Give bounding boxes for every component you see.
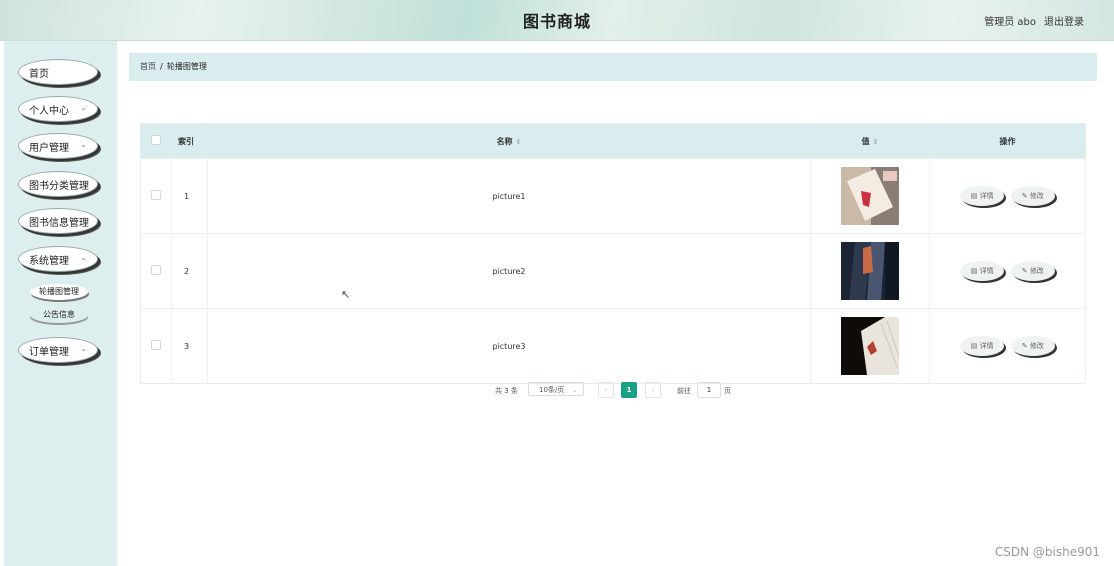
detail-button-label: 详情 [979, 267, 994, 275]
row-checkbox-cell[interactable] [140, 308, 172, 384]
sidebar-item-label: 首页 [29, 68, 49, 80]
sidebar-item-label: 个人中心 [29, 105, 69, 117]
row-thumbnail-cell [810, 158, 930, 234]
goto-page-input[interactable]: 1 [697, 382, 721, 398]
edit-button[interactable]: ✎ 修改 [1010, 336, 1055, 356]
pagination: 共 3 条 10条/页 ⌄ ‹ 1 › 前往 1 页 [0, 382, 1114, 398]
column-header-value-label: 值 [861, 136, 870, 146]
app-title: 图书商城 [522, 12, 591, 31]
sidebar-item-label: 图书分类管理 [29, 180, 89, 192]
row-actions: ▤ 详情 ✎ 修改 [929, 233, 1086, 309]
sidebar-subitem-carousel[interactable]: 轮播图管理 [30, 284, 88, 300]
sidebar-item-book-info[interactable]: 图书信息管理 [18, 208, 98, 234]
edit-button[interactable]: ✎ 修改 [1010, 261, 1055, 281]
detail-button-label: 详情 [979, 342, 994, 350]
pencil-icon: ✎ [1021, 192, 1028, 200]
table-row: 3 picture3 ▤ 详情 ✎ 修改 [140, 308, 1086, 384]
sidebar-item-label: 订单管理 [29, 346, 69, 358]
sidebar-item-personal-center[interactable]: 个人中心 ⌄ [18, 96, 98, 122]
row-name: picture3 [207, 308, 811, 384]
row-name: picture1 [207, 158, 811, 234]
row-checkbox-cell[interactable] [140, 158, 172, 234]
carousel-image-thumbnail[interactable] [841, 167, 899, 225]
row-thumbnail-cell [810, 308, 930, 384]
column-header-name-label: 名称 [496, 136, 513, 146]
watermark: CSDN @bishe901 [994, 545, 1100, 559]
table-header-row: 索引 名称 ⇕ 值 ⇕ 操作 [140, 123, 1086, 159]
detail-button-label: 详情 [979, 192, 994, 200]
sidebar-item-order-management[interactable]: 订单管理 ⌄ [18, 337, 98, 363]
edit-button-label: 修改 [1029, 342, 1044, 350]
sidebar-item-home[interactable]: 首页 [18, 59, 98, 85]
sort-icon[interactable]: ⇕ [516, 138, 522, 146]
sort-icon[interactable]: ⇕ [873, 138, 879, 146]
row-name: picture2 [207, 233, 811, 309]
pencil-icon: ✎ [1021, 342, 1028, 350]
breadcrumb-separator: / [160, 62, 163, 71]
admin-user-label: 管理员 abo [984, 17, 1036, 28]
edit-button[interactable]: ✎ 修改 [1010, 186, 1055, 206]
chevron-down-icon: ⌄ [572, 386, 578, 394]
document-icon: ▤ [970, 342, 978, 350]
carousel-image-thumbnail[interactable] [841, 242, 899, 300]
select-all-header[interactable] [140, 123, 172, 159]
page-number-current[interactable]: 1 [621, 382, 637, 398]
document-icon: ▤ [970, 192, 978, 200]
document-icon: ▤ [970, 267, 978, 275]
page-size-select[interactable]: 10条/页 ⌄ [528, 382, 584, 396]
sidebar-subitem-label: 轮播图管理 [39, 287, 79, 296]
row-index: 3 [171, 308, 208, 384]
page-size-value: 10条/页 [539, 386, 565, 394]
row-thumbnail-cell [810, 233, 930, 309]
detail-button[interactable]: ▤ 详情 [960, 336, 1005, 356]
chevron-up-icon: ⌄ [80, 253, 87, 262]
sidebar: 首页 个人中心 ⌄ 用户管理 ⌄ 图书分类管理 图书信息管理 系统管理 ⌄ 轮播… [4, 41, 117, 566]
row-index: 1 [171, 158, 208, 234]
column-header-value[interactable]: 值 ⇕ [810, 123, 930, 159]
goto-label: 前往 [677, 387, 691, 395]
sidebar-item-book-category[interactable]: 图书分类管理 [18, 171, 98, 197]
carousel-image-thumbnail[interactable] [841, 317, 899, 375]
column-header-index: 索引 [171, 123, 208, 159]
sidebar-item-label: 图书信息管理 [29, 217, 89, 229]
next-page-button[interactable]: › [645, 382, 661, 398]
edit-button-label: 修改 [1029, 267, 1044, 275]
carousel-table: 索引 名称 ⇕ 值 ⇕ 操作 1 picture1 ▤ 详情 ✎ 修改 2 pi… [140, 123, 1086, 384]
row-checkbox[interactable] [151, 190, 161, 200]
logout-link[interactable]: 退出登录 [1044, 13, 1084, 28]
top-header: 图书商城 管理员 abo 退出登录 [0, 0, 1114, 41]
edit-button-label: 修改 [1029, 192, 1044, 200]
mouse-cursor-icon: ↖ [341, 288, 351, 301]
chevron-down-icon: ⌄ [80, 140, 87, 149]
sidebar-subitem-notice[interactable]: 公告信息 [30, 307, 88, 323]
sidebar-item-label: 用户管理 [29, 142, 69, 154]
row-checkbox[interactable] [151, 265, 161, 275]
row-actions: ▤ 详情 ✎ 修改 [929, 158, 1086, 234]
prev-page-button[interactable]: ‹ [598, 382, 614, 398]
row-index: 2 [171, 233, 208, 309]
breadcrumb: 首页 / 轮播图管理 [129, 53, 1097, 81]
goto-unit-label: 页 [724, 387, 731, 395]
detail-button[interactable]: ▤ 详情 [960, 261, 1005, 281]
row-actions: ▤ 详情 ✎ 修改 [929, 308, 1086, 384]
detail-button[interactable]: ▤ 详情 [960, 186, 1005, 206]
sidebar-subitem-label: 公告信息 [43, 310, 75, 319]
breadcrumb-current: 轮播图管理 [166, 62, 207, 71]
sidebar-item-user-management[interactable]: 用户管理 ⌄ [18, 133, 98, 159]
sidebar-item-label: 系统管理 [29, 255, 69, 267]
chevron-down-icon: ⌄ [80, 103, 87, 112]
table-row: 1 picture1 ▤ 详情 ✎ 修改 [140, 158, 1086, 234]
row-checkbox-cell[interactable] [140, 233, 172, 309]
table-row: 2 picture2 ▤ 详情 ✎ 修改 [140, 233, 1086, 309]
breadcrumb-home[interactable]: 首页 [140, 62, 156, 71]
chevron-down-icon: ⌄ [80, 344, 87, 353]
pencil-icon: ✎ [1021, 267, 1028, 275]
row-checkbox[interactable] [151, 340, 161, 350]
select-all-checkbox[interactable] [151, 135, 161, 145]
column-header-name[interactable]: 名称 ⇕ [207, 123, 811, 159]
pagination-total: 共 3 条 [495, 387, 518, 395]
column-header-actions: 操作 [929, 123, 1086, 159]
sidebar-item-system-management[interactable]: 系统管理 ⌄ [18, 246, 98, 272]
